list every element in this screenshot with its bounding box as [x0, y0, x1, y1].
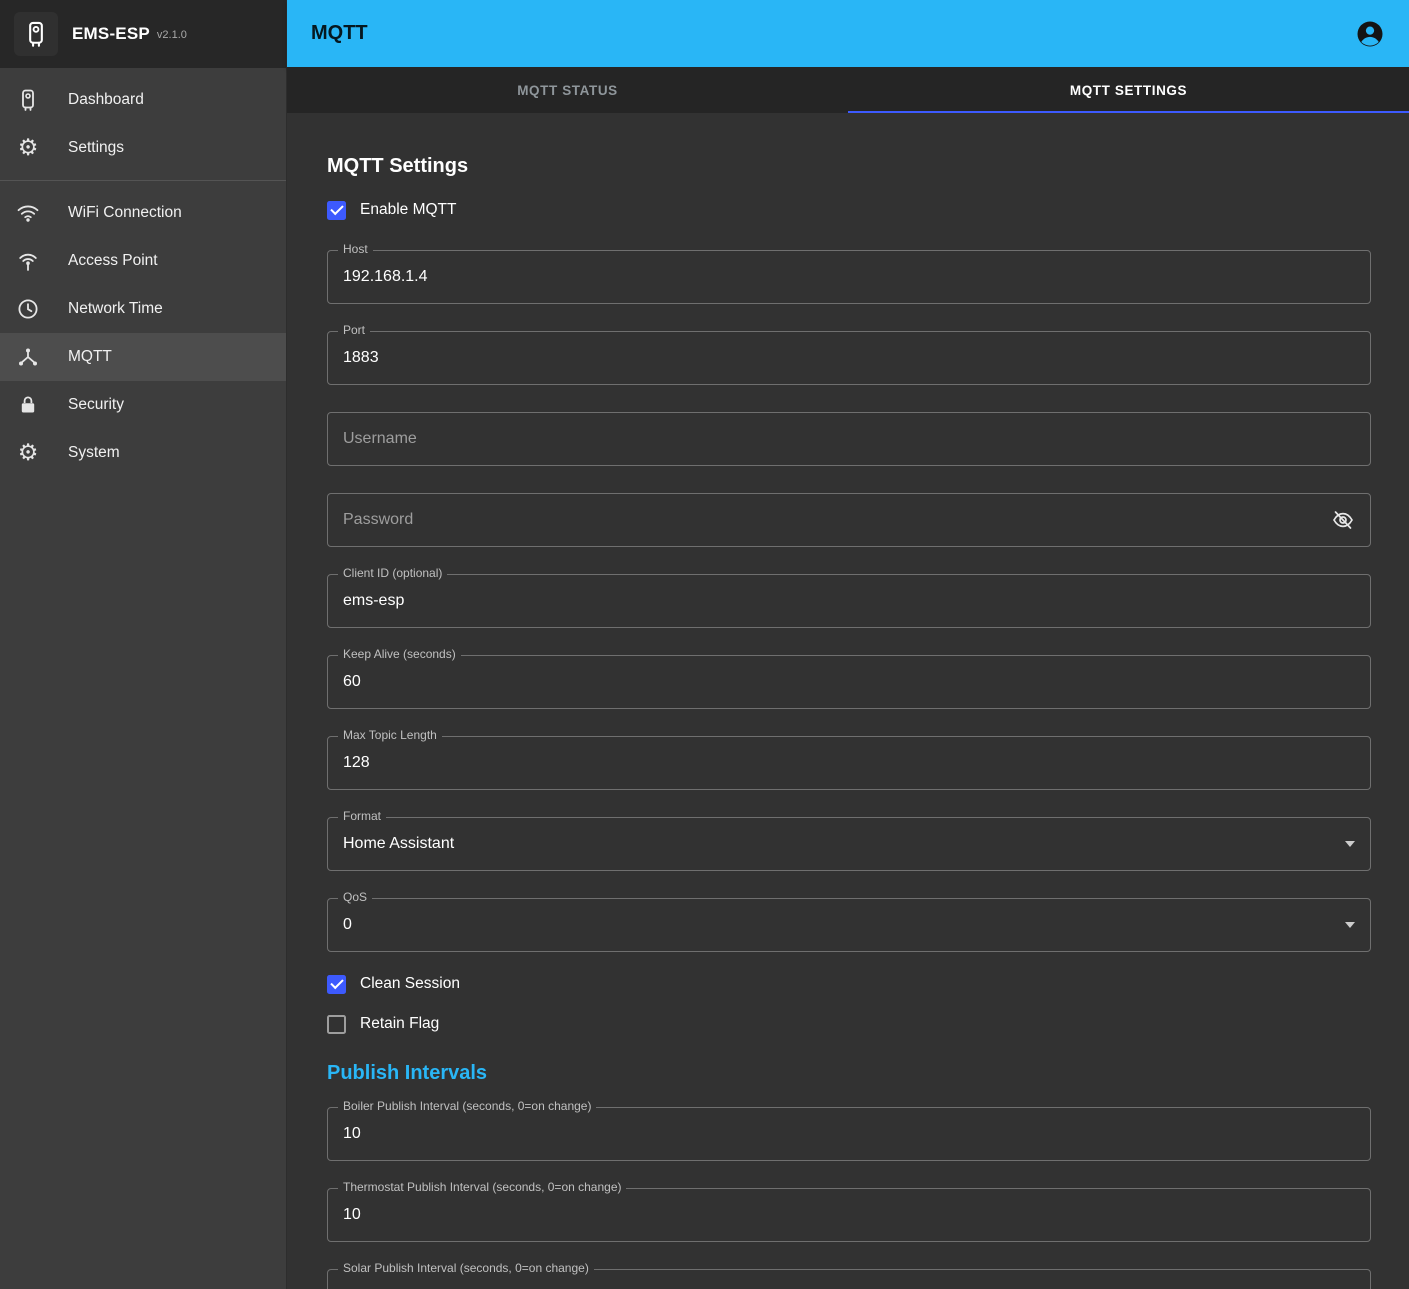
wifi-icon [16, 201, 40, 225]
sidebar-item-mqtt[interactable]: MQTT [0, 333, 286, 381]
format-select[interactable]: Format Home Assistant [327, 817, 1371, 871]
sidebar-divider [0, 180, 286, 181]
sidebar-item-settings[interactable]: ⚙ Settings [0, 124, 286, 172]
enable-mqtt-row[interactable]: Enable MQTT [327, 198, 1371, 222]
chevron-down-icon [1345, 841, 1355, 847]
chevron-down-icon [1345, 922, 1355, 928]
sidebar-item-label: Network Time [68, 300, 163, 318]
dashboard-icon [16, 88, 40, 112]
enable-mqtt-checkbox[interactable] [327, 201, 346, 220]
keep-alive-field-value: 60 [343, 673, 361, 691]
retain-flag-row[interactable]: Retain Flag [327, 1012, 1371, 1036]
sidebar-item-label: Settings [68, 139, 124, 157]
client-id-field-value: ems-esp [343, 592, 404, 610]
sidebar-item-label: MQTT [68, 348, 112, 366]
active-tab-indicator [848, 111, 1409, 113]
appbar: MQTT [287, 0, 1409, 67]
app-root: EMS-ESP v2.1.0 Dashboard ⚙ Settings [0, 0, 1409, 1289]
host-field-label: Host [338, 242, 373, 256]
client-id-field[interactable]: Client ID (optional) ems-esp [327, 574, 1371, 628]
toggle-password-visibility-button[interactable] [1331, 508, 1355, 532]
password-field[interactable]: Password [327, 493, 1371, 547]
sidebar-item-dashboard[interactable]: Dashboard [0, 76, 286, 124]
thermostat-publish-interval-label: Thermostat Publish Interval (seconds, 0=… [338, 1180, 626, 1194]
app-version: v2.1.0 [157, 29, 187, 41]
enable-mqtt-label: Enable MQTT [360, 201, 456, 219]
format-select-value: Home Assistant [343, 835, 454, 853]
port-field-value: 1883 [343, 349, 379, 367]
sidebar-item-label: System [68, 444, 120, 462]
username-placeholder: Username [343, 430, 417, 448]
sidebar-item-label: Access Point [68, 252, 158, 270]
sidebar-item-security[interactable]: Security [0, 381, 286, 429]
account-circle-icon [1355, 19, 1385, 49]
sidebar-item-label: Security [68, 396, 124, 414]
password-placeholder: Password [343, 511, 413, 529]
qos-select[interactable]: QoS 0 [327, 898, 1371, 952]
sidebar: EMS-ESP v2.1.0 Dashboard ⚙ Settings [0, 0, 287, 1289]
host-field[interactable]: Host 192.168.1.4 [327, 250, 1371, 304]
keep-alive-field-label: Keep Alive (seconds) [338, 647, 461, 661]
tab-mqtt-settings[interactable]: MQTT SETTINGS [848, 67, 1409, 113]
port-field-label: Port [338, 323, 370, 337]
ems-esp-logo-icon [14, 12, 58, 56]
mqtt-settings-panel: MQTT Settings Enable MQTT Host 192.168.1… [287, 113, 1409, 1289]
device-hub-icon [16, 345, 40, 369]
port-field[interactable]: Port 1883 [327, 331, 1371, 385]
sidebar-item-label: WiFi Connection [68, 204, 182, 222]
sidebar-nav: Dashboard ⚙ Settings WiFi Connection [0, 67, 286, 486]
clean-session-row[interactable]: Clean Session [327, 972, 1371, 996]
retain-flag-label: Retain Flag [360, 1015, 439, 1033]
sidebar-item-system[interactable]: ⚙ System [0, 429, 286, 477]
sidebar-header: EMS-ESP v2.1.0 [0, 0, 286, 67]
form-title: MQTT Settings [327, 155, 1371, 178]
solar-publish-interval-field[interactable]: Solar Publish Interval (seconds, 0=on ch… [327, 1269, 1371, 1289]
page-title: MQTT [311, 22, 368, 45]
tabbar: MQTT STATUS MQTT SETTINGS [287, 67, 1409, 113]
clean-session-label: Clean Session [360, 975, 460, 993]
keep-alive-field[interactable]: Keep Alive (seconds) 60 [327, 655, 1371, 709]
sidebar-item-label: Dashboard [68, 91, 144, 109]
clock-icon [16, 297, 40, 321]
clean-session-checkbox[interactable] [327, 975, 346, 994]
thermostat-publish-interval-value: 10 [343, 1206, 361, 1224]
format-select-label: Format [338, 809, 386, 823]
sidebar-item-wifi-connection[interactable]: WiFi Connection [0, 189, 286, 237]
qos-select-label: QoS [338, 890, 372, 904]
publish-intervals-title: Publish Intervals [327, 1062, 1371, 1085]
username-field[interactable]: Username [327, 412, 1371, 466]
gear-icon: ⚙ [16, 136, 40, 160]
thermostat-publish-interval-field[interactable]: Thermostat Publish Interval (seconds, 0=… [327, 1188, 1371, 1242]
account-button[interactable] [1355, 19, 1385, 49]
qos-select-value: 0 [343, 916, 352, 934]
tab-mqtt-status[interactable]: MQTT STATUS [287, 67, 848, 113]
boiler-publish-interval-label: Boiler Publish Interval (seconds, 0=on c… [338, 1099, 596, 1113]
max-topic-length-field[interactable]: Max Topic Length 128 [327, 736, 1371, 790]
client-id-field-label: Client ID (optional) [338, 566, 447, 580]
access-point-icon [16, 249, 40, 273]
brand-name: EMS-ESP [72, 24, 150, 44]
retain-flag-checkbox[interactable] [327, 1015, 346, 1034]
gear-icon: ⚙ [16, 441, 40, 465]
host-field-value: 192.168.1.4 [343, 268, 428, 286]
max-topic-length-field-label: Max Topic Length [338, 728, 442, 742]
boiler-publish-interval-field[interactable]: Boiler Publish Interval (seconds, 0=on c… [327, 1107, 1371, 1161]
main-column: MQTT MQTT STATUS MQTT SETTINGS MQTT Sett… [287, 0, 1409, 1289]
sidebar-item-network-time[interactable]: Network Time [0, 285, 286, 333]
lock-icon [16, 393, 40, 417]
max-topic-length-field-value: 128 [343, 754, 370, 772]
boiler-publish-interval-value: 10 [343, 1125, 361, 1143]
sidebar-item-access-point[interactable]: Access Point [0, 237, 286, 285]
solar-publish-interval-label: Solar Publish Interval (seconds, 0=on ch… [338, 1261, 594, 1275]
visibility-off-icon [1331, 508, 1355, 532]
